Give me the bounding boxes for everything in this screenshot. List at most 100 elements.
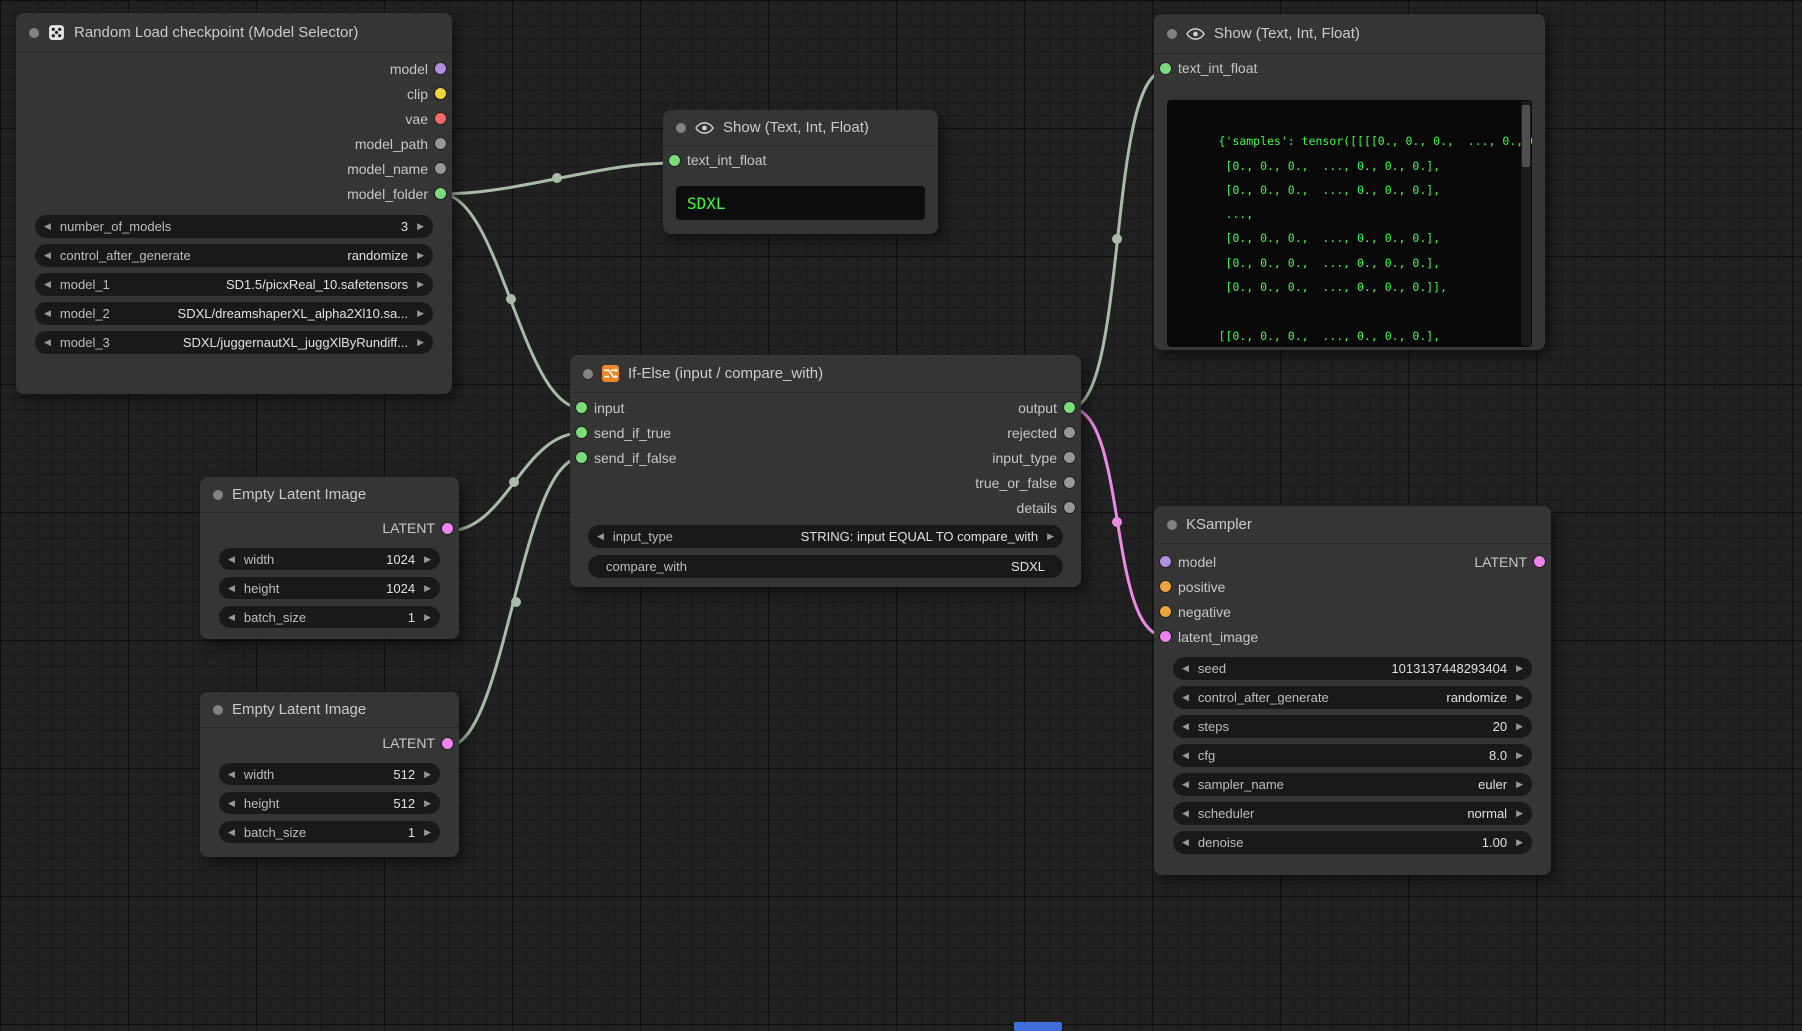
widget-cfg[interactable]: cfg 8.0 (1173, 744, 1532, 767)
widget-input-type[interactable]: input_type STRING: input EQUAL TO compar… (588, 525, 1063, 548)
decrement-arrow-icon[interactable] (1182, 751, 1189, 760)
increment-arrow-icon[interactable] (424, 613, 431, 622)
collapse-dot[interactable] (1167, 520, 1177, 530)
increment-arrow-icon[interactable] (417, 338, 424, 347)
slot-dot-negative[interactable] (1160, 606, 1171, 617)
collapse-dot[interactable] (583, 369, 593, 379)
slot-dot-latent[interactable] (442, 523, 453, 534)
node-header[interactable]: If-Else (input / compare_with) (570, 355, 1081, 393)
tensor-output-console[interactable]: {'samples': tensor([[[[0., 0., 0., ..., … (1167, 100, 1532, 347)
wire-midpoint-dot[interactable] (552, 173, 562, 183)
widget-compare-with[interactable]: compare_with SDXL (588, 555, 1063, 578)
node-random-load-checkpoint[interactable]: Random Load checkpoint (Model Selector) … (16, 13, 452, 394)
slot-dot-details[interactable] (1064, 502, 1075, 513)
widget-model-1[interactable]: model_1 SD1.5/picxReal_10.safetensors (35, 273, 433, 296)
slot-dot-input-type[interactable] (1064, 452, 1075, 463)
node-header[interactable]: Show (Text, Int, Float) (663, 110, 938, 146)
scrollbar-thumb[interactable] (1522, 105, 1530, 167)
collapse-dot[interactable] (213, 705, 223, 715)
increment-arrow-icon[interactable] (424, 770, 431, 779)
decrement-arrow-icon[interactable] (1182, 722, 1189, 731)
widget-model-3[interactable]: model_3 SDXL/juggernautXL_juggXlByRundif… (35, 331, 433, 354)
increment-arrow-icon[interactable] (417, 251, 424, 260)
widget-batch-size[interactable]: batch_size 1 (219, 606, 440, 628)
node-show-small[interactable]: Show (Text, Int, Float) text_int_float S… (663, 110, 938, 234)
slot-dot-clip[interactable] (435, 88, 446, 99)
widget-seed[interactable]: seed 1013137448293404 (1173, 657, 1532, 680)
increment-arrow-icon[interactable] (1516, 838, 1523, 847)
increment-arrow-icon[interactable] (417, 222, 424, 231)
node-empty-latent-512[interactable]: Empty Latent Image LATENT width 512 heig… (200, 692, 459, 857)
wire-midpoint-dot[interactable] (509, 477, 519, 487)
increment-arrow-icon[interactable] (424, 828, 431, 837)
widget-control-after-generate[interactable]: control_after_generate randomize (1173, 686, 1532, 709)
slot-dot-text-int-float[interactable] (669, 155, 680, 166)
wire-midpoint-dot[interactable] (1112, 517, 1122, 527)
decrement-arrow-icon[interactable] (1182, 780, 1189, 789)
show-text-display[interactable]: SDXL (676, 186, 925, 220)
decrement-arrow-icon[interactable] (44, 309, 51, 318)
decrement-arrow-icon[interactable] (44, 280, 51, 289)
increment-arrow-icon[interactable] (417, 280, 424, 289)
slot-dot-text-int-float[interactable] (1160, 63, 1171, 74)
node-ksampler[interactable]: KSampler model positive negative lat (1154, 506, 1551, 875)
slot-dot-model-folder[interactable] (435, 188, 446, 199)
collapse-dot[interactable] (29, 28, 39, 38)
decrement-arrow-icon[interactable] (228, 613, 235, 622)
widget-height[interactable]: height 1024 (219, 577, 440, 599)
widget-height[interactable]: height 512 (219, 792, 440, 814)
node-if-else[interactable]: If-Else (input / compare_with) input sen… (570, 355, 1081, 587)
decrement-arrow-icon[interactable] (1182, 809, 1189, 818)
decrement-arrow-icon[interactable] (228, 555, 235, 564)
widget-width[interactable]: width 1024 (219, 548, 440, 570)
increment-arrow-icon[interactable] (1516, 664, 1523, 673)
slot-dot-model[interactable] (1160, 556, 1171, 567)
decrement-arrow-icon[interactable] (228, 770, 235, 779)
slot-dot-send-if-false[interactable] (576, 452, 587, 463)
widget-sampler-name[interactable]: sampler_name euler (1173, 773, 1532, 796)
decrement-arrow-icon[interactable] (1182, 693, 1189, 702)
console-scrollbar[interactable] (1521, 101, 1531, 346)
node-header[interactable]: Empty Latent Image (200, 477, 459, 513)
widget-batch-size[interactable]: batch_size 1 (219, 821, 440, 843)
node-header[interactable]: Random Load checkpoint (Model Selector) (16, 13, 452, 53)
increment-arrow-icon[interactable] (424, 555, 431, 564)
increment-arrow-icon[interactable] (424, 584, 431, 593)
collapse-dot[interactable] (676, 123, 686, 133)
slot-dot-latent[interactable] (442, 738, 453, 749)
increment-arrow-icon[interactable] (1516, 693, 1523, 702)
decrement-arrow-icon[interactable] (228, 584, 235, 593)
wire-midpoint-dot[interactable] (511, 597, 521, 607)
node-show-large[interactable]: Show (Text, Int, Float) text_int_float {… (1154, 14, 1545, 350)
increment-arrow-icon[interactable] (1047, 532, 1054, 541)
slot-dot-input[interactable] (576, 402, 587, 413)
increment-arrow-icon[interactable] (1516, 780, 1523, 789)
increment-arrow-icon[interactable] (1516, 722, 1523, 731)
widget-scheduler[interactable]: scheduler normal (1173, 802, 1532, 825)
slot-dot-true-or-false[interactable] (1064, 477, 1075, 488)
slot-dot-vae[interactable] (435, 113, 446, 124)
slot-dot-latent[interactable] (1534, 556, 1545, 567)
decrement-arrow-icon[interactable] (44, 222, 51, 231)
decrement-arrow-icon[interactable] (228, 799, 235, 808)
widget-model-2[interactable]: model_2 SDXL/dreamshaperXL_alpha2Xl10.sa… (35, 302, 433, 325)
node-header[interactable]: Empty Latent Image (200, 692, 459, 728)
slot-dot-model-path[interactable] (435, 138, 446, 149)
increment-arrow-icon[interactable] (424, 799, 431, 808)
node-header[interactable]: Show (Text, Int, Float) (1154, 14, 1545, 54)
widget-number-of-models[interactable]: number_of_models 3 (35, 215, 433, 238)
slot-dot-positive[interactable] (1160, 581, 1171, 592)
wire-midpoint-dot[interactable] (1112, 234, 1122, 244)
slot-dot-rejected[interactable] (1064, 427, 1075, 438)
increment-arrow-icon[interactable] (1516, 751, 1523, 760)
slot-dot-model-name[interactable] (435, 163, 446, 174)
slot-dot-send-if-true[interactable] (576, 427, 587, 438)
decrement-arrow-icon[interactable] (1182, 664, 1189, 673)
decrement-arrow-icon[interactable] (597, 532, 604, 541)
widget-denoise[interactable]: denoise 1.00 (1173, 831, 1532, 854)
collapse-dot[interactable] (1167, 29, 1177, 39)
node-empty-latent-1024[interactable]: Empty Latent Image LATENT width 1024 hei… (200, 477, 459, 639)
node-graph-canvas[interactable]: Random Load checkpoint (Model Selector) … (0, 0, 1802, 1031)
widget-steps[interactable]: steps 20 (1173, 715, 1532, 738)
wire-midpoint-dot[interactable] (506, 294, 516, 304)
